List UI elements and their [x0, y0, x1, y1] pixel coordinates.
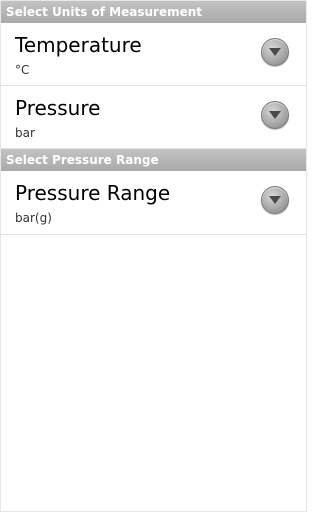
preferences-screen: Select Units of Measurement Temperature … — [0, 0, 307, 512]
preference-title: Pressure — [15, 96, 101, 120]
preference-title: Pressure Range — [15, 181, 171, 205]
chevron-down-icon[interactable] — [261, 101, 289, 129]
preference-pressure-range[interactable]: Pressure Range bar(g) — [1, 171, 306, 235]
preference-temperature[interactable]: Temperature °C — [1, 23, 306, 86]
preference-summary: bar — [15, 126, 35, 140]
section-header-units: Select Units of Measurement — [1, 1, 306, 23]
preference-summary: bar(g) — [15, 211, 52, 225]
preference-title: Temperature — [15, 33, 142, 57]
preference-pressure[interactable]: Pressure bar — [1, 86, 306, 149]
chevron-down-icon-glyph — [269, 196, 281, 204]
chevron-down-icon[interactable] — [261, 38, 289, 66]
chevron-down-icon-glyph — [269, 111, 281, 119]
section-header-pressure-range: Select Pressure Range — [1, 149, 306, 171]
chevron-down-icon-glyph — [269, 48, 281, 56]
chevron-down-icon[interactable] — [261, 186, 289, 214]
preference-summary: °C — [15, 63, 30, 77]
